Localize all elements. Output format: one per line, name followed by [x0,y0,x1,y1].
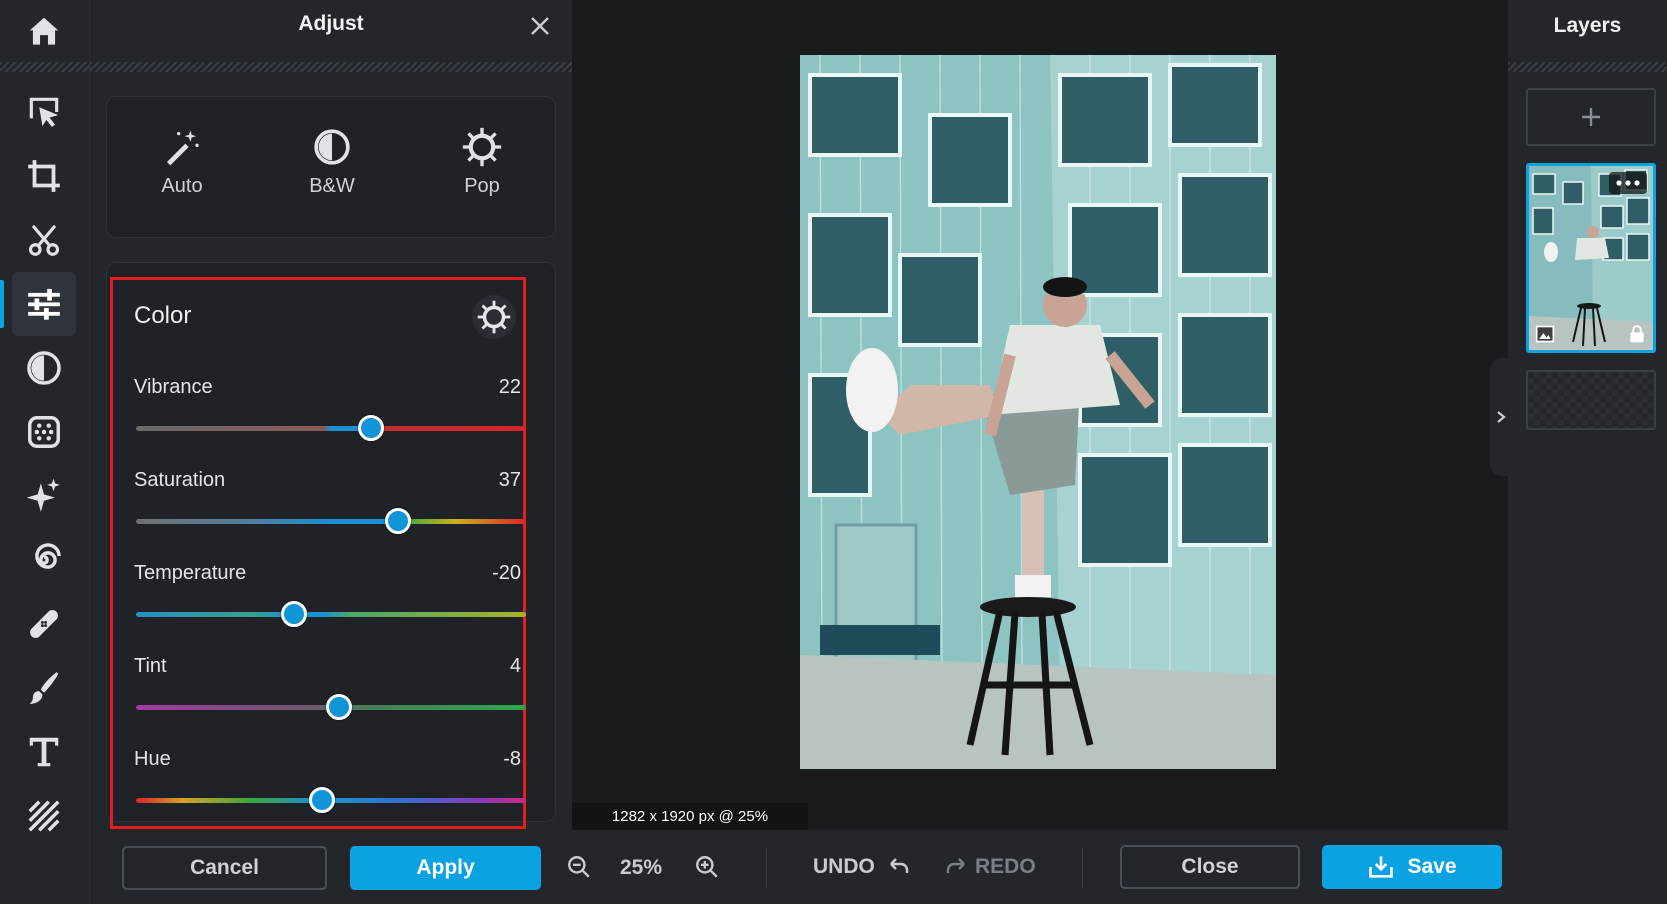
zoom-level[interactable]: 25% [620,856,662,880]
apply-button[interactable]: Apply [350,846,541,890]
layers-title: Layers [1553,14,1622,37]
brush-tool[interactable] [12,656,76,720]
hue-knob[interactable] [309,787,335,813]
tint-slider[interactable] [136,694,526,720]
tint-value: 4 [509,655,521,677]
vibrance-knob[interactable] [358,415,384,441]
vibrance-value: 22 [498,376,521,398]
highlight-box [110,277,526,829]
image-dimensions: 1282 x 1920 px @ 25% [572,803,808,830]
more-icon [1616,180,1640,186]
vibrance-label: Vibrance [134,376,213,398]
gear-sun-icon [477,300,511,334]
image-layer-icon [1535,325,1555,343]
download-icon [1369,856,1394,878]
bottom-divider [1082,848,1083,888]
save-button[interactable]: Save [1322,845,1502,889]
preset-auto[interactable]: Auto [127,127,237,198]
texture-tool[interactable] [12,784,76,848]
add-layer-button[interactable] [1526,88,1656,146]
temperature-value: -20 [492,562,521,584]
color-preset-button[interactable] [472,295,516,339]
saturation-slider[interactable] [136,508,526,534]
magic-wand-icon [167,130,199,166]
effects-tool[interactable] [12,400,76,464]
save-label: Save [1407,855,1457,878]
saturation-label: Saturation [134,469,226,491]
select-tool[interactable] [12,80,76,144]
layer-more-button[interactable] [1609,172,1647,194]
saturation-knob[interactable] [385,508,411,534]
home-button[interactable] [12,0,76,64]
hue-slider[interactable] [136,787,526,813]
layers-collapse-tab[interactable] [1490,358,1512,476]
hue-label: Hue [134,748,171,770]
tint-label: Tint [134,655,167,677]
preset-label: Auto [161,175,203,197]
preset-label: Pop [464,175,500,197]
plus-icon [1582,108,1600,126]
panel-title: Adjust [298,12,364,35]
layers-panel: Layers [1508,0,1667,904]
liquify-icon [35,543,61,569]
adjust-icon [28,288,60,320]
preset-bw[interactable]: B&W [277,127,387,198]
contrast-icon [314,129,350,165]
crop-icon [28,160,60,192]
layer-item[interactable] [1526,163,1656,353]
sparkle-icon [26,478,60,512]
cutout-icon [28,224,60,256]
crop-tool[interactable] [12,144,76,208]
liquify-tool[interactable] [12,528,76,592]
empty-layer-slot[interactable] [1526,370,1656,430]
home-icon [29,17,59,45]
lock-icon[interactable] [1627,324,1647,344]
select-icon [29,97,59,128]
cutout-tool[interactable] [12,208,76,272]
zoom-in-icon[interactable] [694,854,720,880]
toolbar-divider [0,62,90,72]
bottom-divider [766,848,767,888]
preset-label: B&W [309,175,355,197]
redo-button: REDO [975,855,1036,878]
color-section-title: Color [134,302,192,329]
ai-tool[interactable] [12,464,76,528]
undo-icon[interactable] [886,855,912,879]
zoom-out-icon[interactable] [566,854,592,880]
redo-icon [946,858,965,873]
saturation-value: 37 [498,469,521,491]
effects-icon [28,416,60,448]
undo-button[interactable]: UNDO [813,855,875,879]
tint-knob[interactable] [326,694,352,720]
temperature-knob[interactable] [281,601,307,627]
filters-tool[interactable] [12,336,76,400]
chevron-right-icon [1497,411,1506,423]
photo-image [800,55,1276,769]
filters-icon [27,351,61,385]
photo-canvas[interactable] [800,55,1276,769]
retouch-icon [30,610,58,638]
brush-icon [29,672,59,704]
texture-icon [28,800,60,832]
gear-sun-icon [462,127,502,167]
preset-card: Auto B&W Pop [106,96,556,238]
temperature-slider[interactable] [136,601,526,627]
close-icon[interactable] [528,14,552,38]
close-button[interactable]: Close [1120,845,1300,889]
left-toolbar [0,0,90,904]
vibrance-slider[interactable] [136,415,526,441]
preset-pop[interactable]: Pop [427,127,537,198]
text-tool[interactable] [12,720,76,784]
temperature-label: Temperature [134,562,247,584]
text-icon [29,737,59,767]
adjust-tool[interactable] [0,272,76,336]
panel-divider [90,62,572,72]
layers-divider [1508,62,1667,72]
retouch-tool[interactable] [12,592,76,656]
hue-value: -8 [503,748,521,770]
cancel-button[interactable]: Cancel [122,846,327,890]
